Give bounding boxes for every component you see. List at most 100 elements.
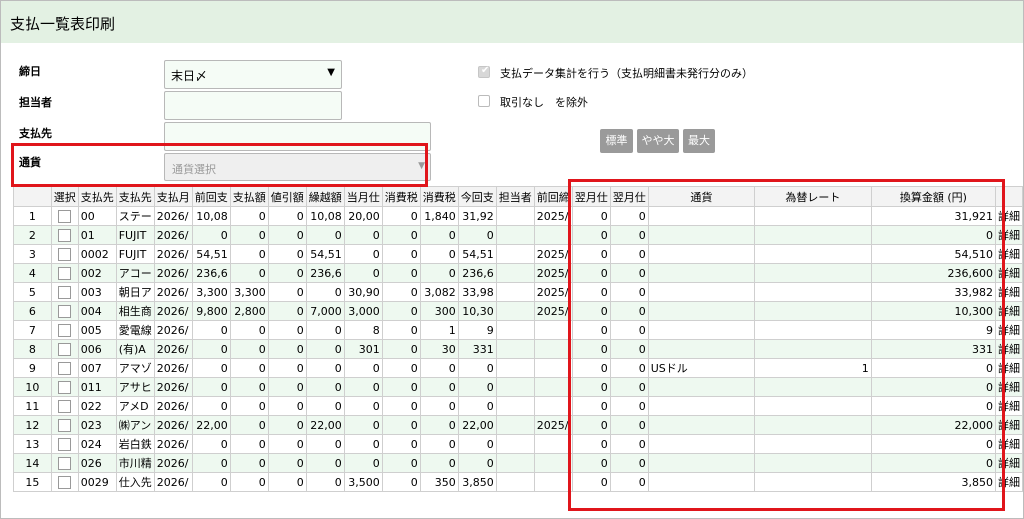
exclude-no-transaction-checkbox[interactable]: [478, 95, 490, 107]
this-payment: 54,51: [457, 244, 497, 264]
paid-amount: 0: [229, 225, 269, 245]
tax-amount-1: 0: [381, 358, 421, 378]
discount-amount: 0: [267, 320, 307, 340]
discount-amount: 0: [267, 377, 307, 397]
discount-amount: 0: [267, 472, 307, 492]
select-header: 選択: [50, 186, 79, 207]
tax-amount-2: 350: [419, 472, 459, 492]
discount-amount: 0: [267, 358, 307, 378]
payee-name: 愛電線: [115, 320, 155, 340]
payment-date: 2026/: [153, 396, 193, 416]
prev-close-date: 2025/: [533, 415, 573, 435]
staff-name: [495, 225, 535, 245]
paid-amount: 0: [229, 263, 269, 283]
staff-name: [495, 320, 535, 340]
current-purchase: 0: [343, 377, 383, 397]
tax-amount-2: 0: [419, 434, 459, 454]
row-select-checkbox[interactable]: [58, 399, 72, 413]
row-number: 4: [13, 263, 52, 283]
current-purchase: 0: [343, 263, 383, 283]
payee-code: 007: [77, 358, 117, 378]
payment-date: 2026/: [153, 453, 193, 473]
check-icon: ✔: [481, 65, 490, 76]
carry-amount: 0: [305, 453, 345, 473]
this-payment: 0: [457, 358, 497, 378]
tax-amount-1: 0: [381, 434, 421, 454]
aggregate-checkbox[interactable]: ✔: [478, 65, 490, 78]
this-payment: 0: [457, 377, 497, 397]
tax-amount-2: 1,840: [419, 206, 459, 226]
prev-balance: 236,6: [191, 263, 231, 283]
carry-amount: 22,00: [305, 415, 345, 435]
closing-day-select[interactable]: 末日〆 ▼: [164, 60, 342, 89]
row-select-checkbox[interactable]: [58, 380, 72, 394]
row-number: 12: [13, 415, 52, 435]
tax-amount-2: 300: [419, 301, 459, 321]
row-select-checkbox[interactable]: [58, 437, 72, 451]
row-select-checkbox[interactable]: [58, 304, 72, 318]
discount-amount: 0: [267, 244, 307, 264]
payee-name: 岩白鉄: [115, 434, 155, 454]
this-payment: 10,30: [457, 301, 497, 321]
payment-date: 2026/: [153, 339, 193, 359]
discount-amount: 0: [267, 282, 307, 302]
discount-amount: 0: [267, 396, 307, 416]
currency-columns-highlight-box: [568, 179, 1005, 511]
staff-name: [495, 434, 535, 454]
current-purchase: 0: [343, 225, 383, 245]
row-select-checkbox[interactable]: [58, 361, 72, 375]
current-purchase-header: 当月仕: [343, 186, 383, 207]
row-select-checkbox[interactable]: [58, 247, 72, 261]
row-select-checkbox[interactable]: [58, 323, 72, 337]
discount-amount: 0: [267, 225, 307, 245]
zoom-large-button[interactable]: やや大: [637, 129, 679, 153]
this-payment: 0: [457, 225, 497, 245]
row-number: 10: [13, 377, 52, 397]
payee-name: FUJIT: [115, 225, 155, 245]
paid-header: 支払額: [229, 186, 269, 207]
tax-amount-2: 0: [419, 358, 459, 378]
discount-amount: 0: [267, 301, 307, 321]
payment-date: 2026/: [153, 301, 193, 321]
prev-balance: 0: [191, 472, 231, 492]
prev-close-date: [533, 453, 573, 473]
carry-amount: 0: [305, 377, 345, 397]
payee-name: (有)A: [115, 339, 155, 359]
row-select-checkbox[interactable]: [58, 228, 72, 242]
staff-name: [495, 263, 535, 283]
this-payment: 22,00: [457, 415, 497, 435]
payee-code: 011: [77, 377, 117, 397]
row-select-checkbox[interactable]: [58, 475, 72, 489]
payment-date: 2026/: [153, 225, 193, 245]
zoom-standard-button[interactable]: 標準: [600, 129, 633, 153]
zoom-max-button[interactable]: 最大: [683, 129, 715, 153]
prev-balance: 9,800: [191, 301, 231, 321]
tax1-header: 消費税: [381, 186, 421, 207]
payment-date: 2026/: [153, 263, 193, 283]
current-purchase: 30,90: [343, 282, 383, 302]
prev-balance: 3,300: [191, 282, 231, 302]
payee-label: 支払先: [19, 127, 52, 140]
payee-code-header: 支払先: [77, 186, 117, 207]
row-select-checkbox[interactable]: [58, 456, 72, 470]
staff-name: [495, 415, 535, 435]
row-select-checkbox[interactable]: [58, 342, 72, 356]
row-number: 6: [13, 301, 52, 321]
staff-input[interactable]: [164, 91, 342, 120]
row-checkbox: [50, 244, 79, 264]
payee-code: 01: [77, 225, 117, 245]
paid-amount: 0: [229, 396, 269, 416]
tax-amount-2: 1: [419, 320, 459, 340]
paid-amount: 0: [229, 434, 269, 454]
tax-amount-1: 0: [381, 339, 421, 359]
current-purchase: 3,000: [343, 301, 383, 321]
row-checkbox: [50, 377, 79, 397]
staff-name: [495, 377, 535, 397]
carry-amount: 0: [305, 396, 345, 416]
row-select-checkbox[interactable]: [58, 285, 72, 299]
row-select-checkbox[interactable]: [58, 266, 72, 280]
prev-close-date: [533, 358, 573, 378]
row-select-checkbox[interactable]: [58, 209, 72, 223]
row-select-checkbox[interactable]: [58, 418, 72, 432]
payee-name: アサヒ: [115, 377, 155, 397]
